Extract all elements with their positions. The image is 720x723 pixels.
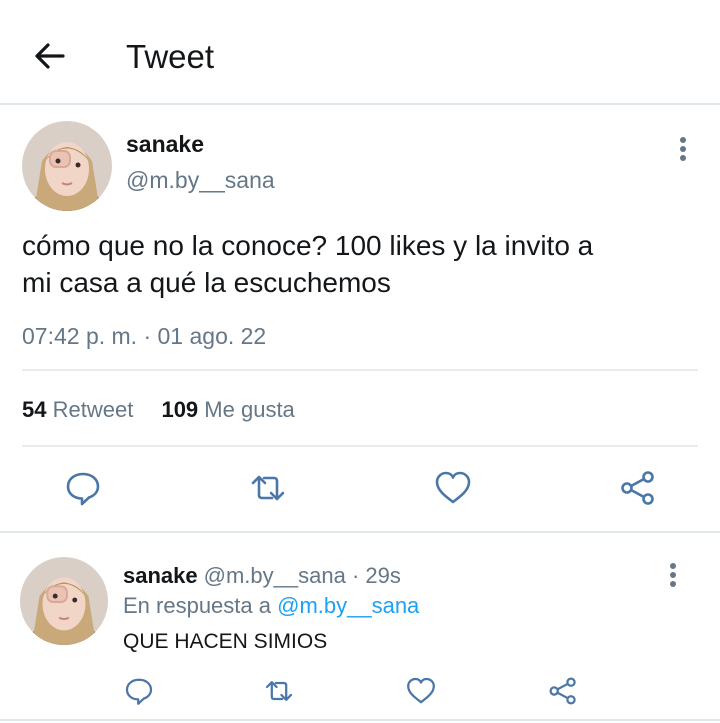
reply-context-prefix: En respuesta a [123, 593, 271, 618]
top-bar: Tweet [0, 0, 720, 105]
back-arrow-icon[interactable] [30, 36, 70, 76]
tweet-text-line: cómo que no la conoce? 100 likes y la in… [22, 230, 594, 261]
reply-age: · 29s [351, 563, 401, 588]
like-count-link[interactable]: 109 Me gusta [161, 397, 294, 423]
share-icon[interactable] [618, 468, 658, 508]
avatar[interactable] [20, 557, 108, 645]
reply-author-handle[interactable]: @m.by__sana [204, 563, 346, 588]
share-icon[interactable] [547, 675, 579, 707]
retweet-label: Retweet [52, 397, 134, 422]
divider [22, 369, 698, 371]
tweet-stats: 54 Retweet 109 Me gusta [22, 397, 317, 423]
reply-icon[interactable] [63, 468, 103, 508]
more-vertical-icon[interactable] [661, 561, 685, 589]
reply-header: sanake @m.by__sana · 29s [123, 563, 401, 589]
retweet-icon[interactable] [263, 675, 295, 707]
page-title: Tweet [126, 38, 215, 75]
like-label: Me gusta [204, 397, 295, 422]
more-vertical-icon[interactable] [671, 135, 695, 163]
retweet-count: 54 [22, 397, 47, 422]
heart-icon[interactable] [433, 468, 473, 508]
avatar[interactable] [22, 121, 112, 211]
reply-context: En respuesta a @m.by__sana [123, 593, 419, 619]
reply-text: QUE HACEN SIMIOS [123, 630, 328, 653]
reply-author-name[interactable]: sanake [123, 563, 198, 588]
tweet-timestamp: 07:42 p. m. · 01 ago. 22 [22, 323, 267, 349]
reply-icon[interactable] [123, 675, 155, 707]
author-handle[interactable]: @m.by__sana [126, 167, 275, 194]
like-count: 109 [161, 397, 199, 422]
retweet-icon[interactable] [248, 468, 288, 508]
divider [0, 719, 720, 721]
tweet-text-line: mi casa a qué la escuchemos [22, 267, 391, 298]
section-divider [0, 531, 720, 533]
reply-context-handle[interactable]: @m.by__sana [277, 593, 419, 618]
tweet-text: cómo que no la conoce? 100 likes y la in… [22, 227, 692, 301]
author-name[interactable]: sanake [126, 131, 204, 158]
retweet-count-link[interactable]: 54 Retweet [22, 397, 133, 423]
heart-icon[interactable] [405, 675, 437, 707]
divider [22, 445, 698, 447]
